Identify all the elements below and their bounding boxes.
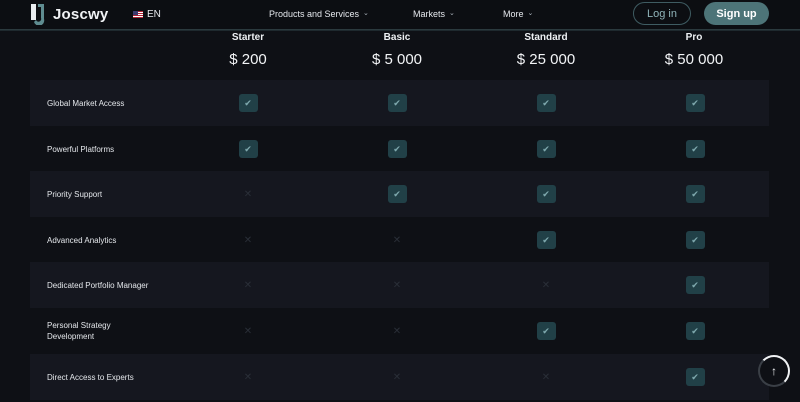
table-row: Dedicated Portfolio Manager ✕ ✕ ✕ ✔ [30, 262, 769, 308]
plan-name-standard: Standard [524, 32, 568, 43]
table-row: Personal Strategy Development ✕ ✕ ✔ ✔ [30, 308, 769, 354]
table-row: Global Market Access ✔ ✔ ✔ ✔ [30, 80, 769, 126]
feature-label: Advanced Analytics [47, 235, 117, 245]
chevron-down-icon: ⌄ [527, 10, 534, 17]
nav-label: Markets [413, 9, 446, 19]
plan-price-basic: $ 5 000 [371, 51, 423, 68]
brand-name: Joscwy [53, 6, 109, 23]
cross-icon: ✕ [243, 371, 253, 383]
feature-cell-starter: ✕ [238, 321, 258, 341]
feature-cell-starter: ✕ [238, 275, 258, 295]
cross-icon: ✕ [243, 325, 253, 337]
check-icon: ✔ [685, 140, 705, 158]
check-icon: ✔ [387, 140, 407, 158]
cross-icon: ✕ [243, 188, 253, 200]
feature-cell-pro: ✔ [685, 275, 705, 295]
feature-cell-standard: ✔ [536, 230, 556, 250]
cross-icon: ✕ [392, 279, 402, 291]
nav-products-and-services[interactable]: Products and Services ⌄ [269, 9, 369, 19]
plan-name-starter: Starter [231, 32, 265, 43]
feature-cell-pro: ✔ [685, 139, 705, 159]
cross-icon: ✕ [392, 234, 402, 246]
feature-cell-starter: ✔ [238, 93, 258, 113]
top-navigation-bar: Joscwy EN Products and Services ⌄ Market… [0, 0, 800, 30]
feature-cell-pro: ✔ [685, 367, 705, 387]
cross-icon: ✕ [392, 325, 402, 337]
feature-label: Powerful Platforms [47, 144, 115, 154]
check-icon: ✔ [536, 185, 556, 203]
feature-cell-basic: ✕ [387, 275, 407, 295]
scroll-to-top-button[interactable]: ↑ [758, 355, 790, 387]
check-icon: ✔ [387, 185, 407, 203]
table-row: Direct Access to Experts ✕ ✕ ✕ ✔ [30, 354, 769, 400]
check-icon: ✔ [685, 231, 705, 249]
feature-cell-basic: ✔ [387, 184, 407, 204]
feature-cell-pro: ✔ [685, 321, 705, 341]
check-icon: ✔ [536, 322, 556, 340]
feature-cell-starter: ✔ [238, 139, 258, 159]
feature-label: Priority Support [47, 189, 103, 199]
cross-icon: ✕ [392, 371, 402, 383]
feature-cell-pro: ✔ [685, 93, 705, 113]
feature-cell-standard: ✔ [536, 93, 556, 113]
table-row: Powerful Platforms ✔ ✔ ✔ ✔ [30, 126, 769, 172]
feature-label: Personal Strategy Development [47, 321, 111, 341]
check-icon: ✔ [536, 231, 556, 249]
cross-icon: ✕ [243, 234, 253, 246]
signup-button[interactable]: Sign up [704, 2, 769, 25]
nav-more[interactable]: More ⌄ [503, 9, 533, 19]
nav-label: Products and Services [269, 9, 360, 19]
check-icon: ✔ [685, 368, 705, 386]
plan-price-starter: $ 200 [229, 51, 267, 68]
chevron-down-icon: ⌄ [449, 10, 455, 17]
check-icon: ✔ [685, 94, 705, 112]
language-code: EN [147, 9, 161, 20]
check-icon: ✔ [685, 185, 705, 203]
us-flag-icon [133, 11, 143, 18]
table-row: Advanced Analytics ✕ ✕ ✔ ✔ [30, 217, 769, 263]
feature-cell-standard: ✕ [536, 275, 556, 295]
feature-cell-pro: ✔ [685, 184, 705, 204]
cross-icon: ✕ [541, 371, 551, 383]
check-icon: ✔ [685, 276, 705, 294]
login-button[interactable]: Log in [633, 2, 691, 25]
plan-name-pro: Pro [685, 32, 703, 43]
feature-cell-starter: ✕ [238, 367, 258, 387]
feature-cell-starter: ✕ [238, 184, 258, 204]
feature-label: Global Market Access [47, 98, 125, 108]
nav-label: More [503, 9, 524, 19]
nav-markets[interactable]: Markets ⌄ [413, 9, 455, 19]
plan-name-basic: Basic [383, 32, 411, 43]
feature-cell-basic: ✔ [387, 93, 407, 113]
check-icon: ✔ [536, 140, 556, 158]
plan-price-pro: $ 50 000 [664, 51, 724, 68]
cross-icon: ✕ [541, 279, 551, 291]
check-icon: ✔ [387, 94, 407, 112]
cross-icon: ✕ [243, 279, 253, 291]
feature-label: Dedicated Portfolio Manager [47, 280, 149, 290]
feature-cell-basic: ✔ [387, 139, 407, 159]
feature-cell-standard: ✕ [536, 367, 556, 387]
feature-cell-standard: ✔ [536, 321, 556, 341]
check-icon: ✔ [536, 94, 556, 112]
chevron-down-icon: ⌄ [363, 10, 369, 17]
plan-price-standard: $ 25 000 [516, 51, 576, 68]
arrow-up-icon: ↑ [771, 364, 777, 378]
feature-cell-basic: ✕ [387, 321, 407, 341]
feature-cell-basic: ✕ [387, 230, 407, 250]
logo-icon [31, 4, 45, 25]
table-row: Priority Support ✕ ✔ ✔ ✔ [30, 171, 769, 217]
brand-logo[interactable]: Joscwy [31, 4, 108, 25]
feature-cell-standard: ✔ [536, 184, 556, 204]
feature-cell-basic: ✕ [387, 367, 407, 387]
check-icon: ✔ [238, 140, 258, 158]
language-selector[interactable]: EN [133, 9, 161, 20]
check-icon: ✔ [238, 94, 258, 112]
feature-cell-standard: ✔ [536, 139, 556, 159]
feature-cell-starter: ✕ [238, 230, 258, 250]
feature-cell-pro: ✔ [685, 230, 705, 250]
feature-label: Direct Access to Experts [47, 372, 134, 382]
check-icon: ✔ [685, 322, 705, 340]
